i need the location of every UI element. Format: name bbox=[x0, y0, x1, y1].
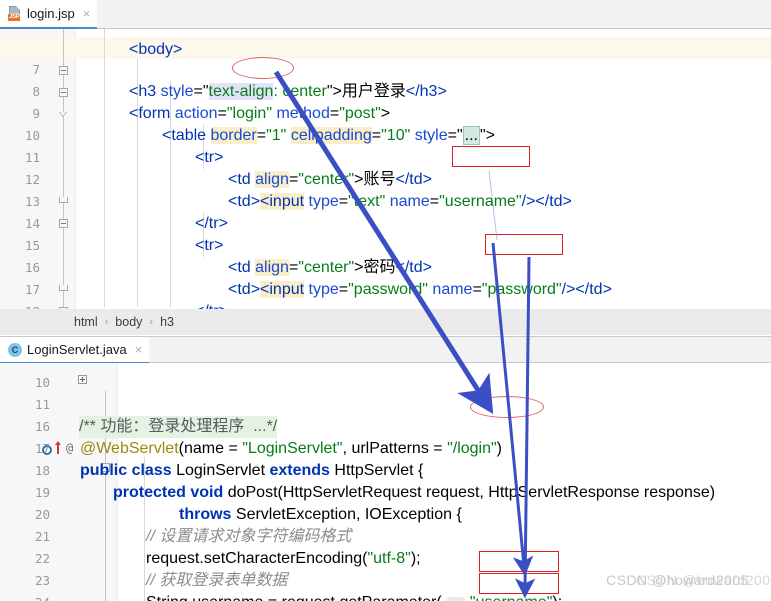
jsp-editor-pane[interactable]: <body> 7 <h3 style="text-align: center">… bbox=[0, 29, 771, 309]
code-line[interactable]: 8 <form action="login" method="post"> bbox=[0, 59, 771, 122]
code-line[interactable]: 17 </tr> bbox=[0, 257, 771, 309]
code-line[interactable]: 20 // 设置请求对象字符编码格式 bbox=[0, 482, 771, 545]
ide-window: JSP login.jsp × <body> 7 <h3 style="text… bbox=[0, 0, 771, 601]
code-line[interactable]: 18 protected void doPost(HttpServletRequ… bbox=[0, 438, 771, 501]
chevron-right-icon: › bbox=[149, 316, 154, 328]
code-line[interactable]: 14 <tr> bbox=[0, 191, 771, 254]
code-token: String username = request.getParameter( bbox=[146, 594, 442, 601]
close-icon[interactable]: × bbox=[83, 7, 91, 20]
breadcrumb-item-html[interactable]: html bbox=[72, 315, 100, 329]
code-line[interactable]: 10 bbox=[0, 363, 771, 390]
tab-login-jsp[interactable]: JSP login.jsp × bbox=[0, 0, 98, 29]
csdn-watermark-overlay: CSDN @howard2005 bbox=[636, 572, 771, 588]
jsp-tab-bar: JSP login.jsp × bbox=[0, 0, 771, 29]
code-token: ); bbox=[552, 594, 562, 601]
breadcrumb-item-body[interactable]: body bbox=[113, 315, 144, 329]
code-line[interactable]: 18 <tr align="center"> bbox=[0, 279, 771, 309]
code-line[interactable]: 9 <table border="1" cellpadding="10" sty… bbox=[0, 81, 771, 145]
close-icon[interactable]: × bbox=[135, 343, 143, 356]
code-line[interactable]: 11 <td align="center">账号</td> bbox=[0, 125, 771, 188]
code-line[interactable]: 19 throws ServletException, IOException … bbox=[0, 460, 771, 523]
java-class-icon: C bbox=[8, 342, 22, 357]
code-line[interactable]: 7 <h3 style="text-align: center">用户登录</h… bbox=[0, 37, 771, 100]
param-hint-s: s: bbox=[446, 597, 466, 601]
tab-loginservlet-java[interactable]: C LoginServlet.java × bbox=[0, 337, 150, 364]
jsp-file-icon: JSP bbox=[8, 6, 22, 21]
code-line[interactable]: 11 /** 功能：登录处理程序 ...*/ bbox=[0, 372, 771, 438]
username-value-java: "username" bbox=[470, 594, 553, 601]
tab-label: LoginServlet.java bbox=[27, 342, 127, 357]
code-line[interactable]: 16 @WebServlet(name = "LoginServlet", ur… bbox=[0, 394, 771, 457]
code-line[interactable]: 15 <td align="center">密码</td> bbox=[0, 213, 771, 276]
line-number: 24 bbox=[0, 592, 50, 601]
tab-label: login.jsp bbox=[27, 6, 75, 21]
breadcrumb-item-h3[interactable]: h3 bbox=[158, 315, 176, 329]
chevron-right-icon: › bbox=[104, 316, 109, 328]
breadcrumb[interactable]: html › body › h3 bbox=[0, 309, 771, 335]
code-line[interactable]: 17 public class LoginServlet extends Htt… bbox=[0, 416, 771, 479]
code-line[interactable]: 23 String username = request.getParamete… bbox=[0, 548, 771, 601]
code-line[interactable]: 12 <td><input type="text" name="username… bbox=[0, 147, 771, 210]
code-line[interactable]: 22 // 获取登录表单数据 bbox=[0, 526, 771, 589]
code-line[interactable]: 21 request.setCharacterEncoding("utf-8")… bbox=[0, 504, 771, 567]
code-line[interactable]: 10 <tr> bbox=[0, 103, 771, 166]
code-line[interactable]: 13 </tr> bbox=[0, 169, 771, 232]
java-editor-pane[interactable]: @ 10 11 /** 功能：登录处理程序 ...*/ 16 @WebServl… bbox=[0, 363, 771, 601]
code-line[interactable]: 16 <td><input type="password" name="pass… bbox=[0, 235, 771, 298]
code-line[interactable]: 19 <td colspan="2"> bbox=[0, 301, 771, 309]
java-tab-bar: C LoginServlet.java × bbox=[0, 336, 771, 364]
